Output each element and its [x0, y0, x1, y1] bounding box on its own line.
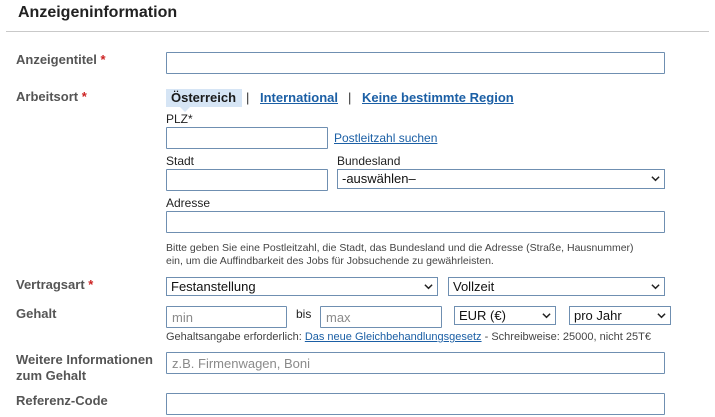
currency-value: EUR (€) [459, 308, 506, 323]
salary-info-label: Weitere Informationen zum Gehalt [16, 352, 153, 384]
location-label: Arbeitsort * [16, 89, 87, 105]
chevron-down-icon [542, 313, 551, 319]
salary-info-label-line1: Weitere Informationen [16, 352, 154, 367]
salary-max-input[interactable] [320, 306, 442, 328]
state-label: Bundesland [337, 154, 401, 168]
title-label-text: Anzeigentitel [16, 52, 97, 67]
tab-oesterreich[interactable]: Österreich [166, 89, 242, 107]
section-title: Anzeigeninformation [18, 4, 178, 21]
plz-input[interactable] [166, 127, 328, 149]
chevron-down-icon [651, 284, 660, 290]
chevron-down-icon [657, 313, 666, 319]
salary-info-label-line2: zum Gehalt [16, 368, 87, 383]
location-hint-line2: ein, um die Auffindbarkeit des Jobs für … [166, 255, 494, 267]
salary-hint-suffix: - Schreibweise: 25000, nicht 25T€ [481, 331, 651, 343]
contract-time-select[interactable]: Vollzeit [448, 277, 665, 296]
salary-bis-label: bis [296, 307, 312, 321]
contract-type-value: Festanstellung [171, 279, 256, 294]
salary-min-input[interactable] [166, 306, 287, 328]
title-label: Anzeigentitel * [16, 52, 106, 68]
tab-international[interactable]: International [260, 90, 338, 105]
required-mark: * [88, 277, 94, 292]
required-mark: * [100, 52, 106, 67]
plz-label: PLZ* [166, 112, 193, 126]
city-input[interactable] [166, 169, 328, 191]
chevron-down-icon [424, 284, 433, 290]
salary-hint: Gehaltsangabe erforderlich: Das neue Gle… [166, 331, 651, 343]
period-select[interactable]: pro Jahr [569, 306, 671, 325]
tab-separator: | [348, 90, 352, 105]
gleichbehandlungsgesetz-link[interactable]: Das neue Gleichbehandlungsgesetz [305, 331, 482, 343]
contract-label: Vertragsart * [16, 277, 93, 293]
location-label-text: Arbeitsort [16, 89, 79, 104]
tab-separator: | [246, 90, 250, 105]
state-select[interactable]: -auswählen– [337, 169, 665, 189]
salary-hint-prefix: Gehaltsangabe erforderlich: [166, 331, 305, 343]
plz-search-link[interactable]: Postleitzahl suchen [334, 131, 437, 145]
city-label: Stadt [166, 154, 195, 168]
period-value: pro Jahr [574, 308, 622, 323]
contract-time-value: Vollzeit [453, 279, 495, 294]
title-input[interactable] [166, 52, 665, 74]
contract-label-text: Vertragsart [16, 277, 85, 292]
currency-select[interactable]: EUR (€) [454, 306, 556, 325]
location-hint-line1: Bitte geben Sie eine Postleitzahl, die S… [166, 242, 634, 254]
address-label: Adresse [166, 196, 211, 210]
required-mark: * [81, 89, 87, 104]
section-divider [6, 31, 709, 32]
ref-code-label: Referenz-Code [16, 393, 108, 408]
address-input[interactable] [166, 211, 665, 233]
state-select-value: -auswählen– [342, 171, 416, 186]
chevron-down-icon [651, 176, 660, 182]
salary-info-input[interactable] [166, 352, 665, 374]
contract-type-select[interactable]: Festanstellung [166, 277, 438, 296]
salary-label: Gehalt [16, 306, 57, 321]
tab-keine-region[interactable]: Keine bestimmte Region [362, 90, 514, 105]
ref-code-input[interactable] [166, 393, 665, 415]
